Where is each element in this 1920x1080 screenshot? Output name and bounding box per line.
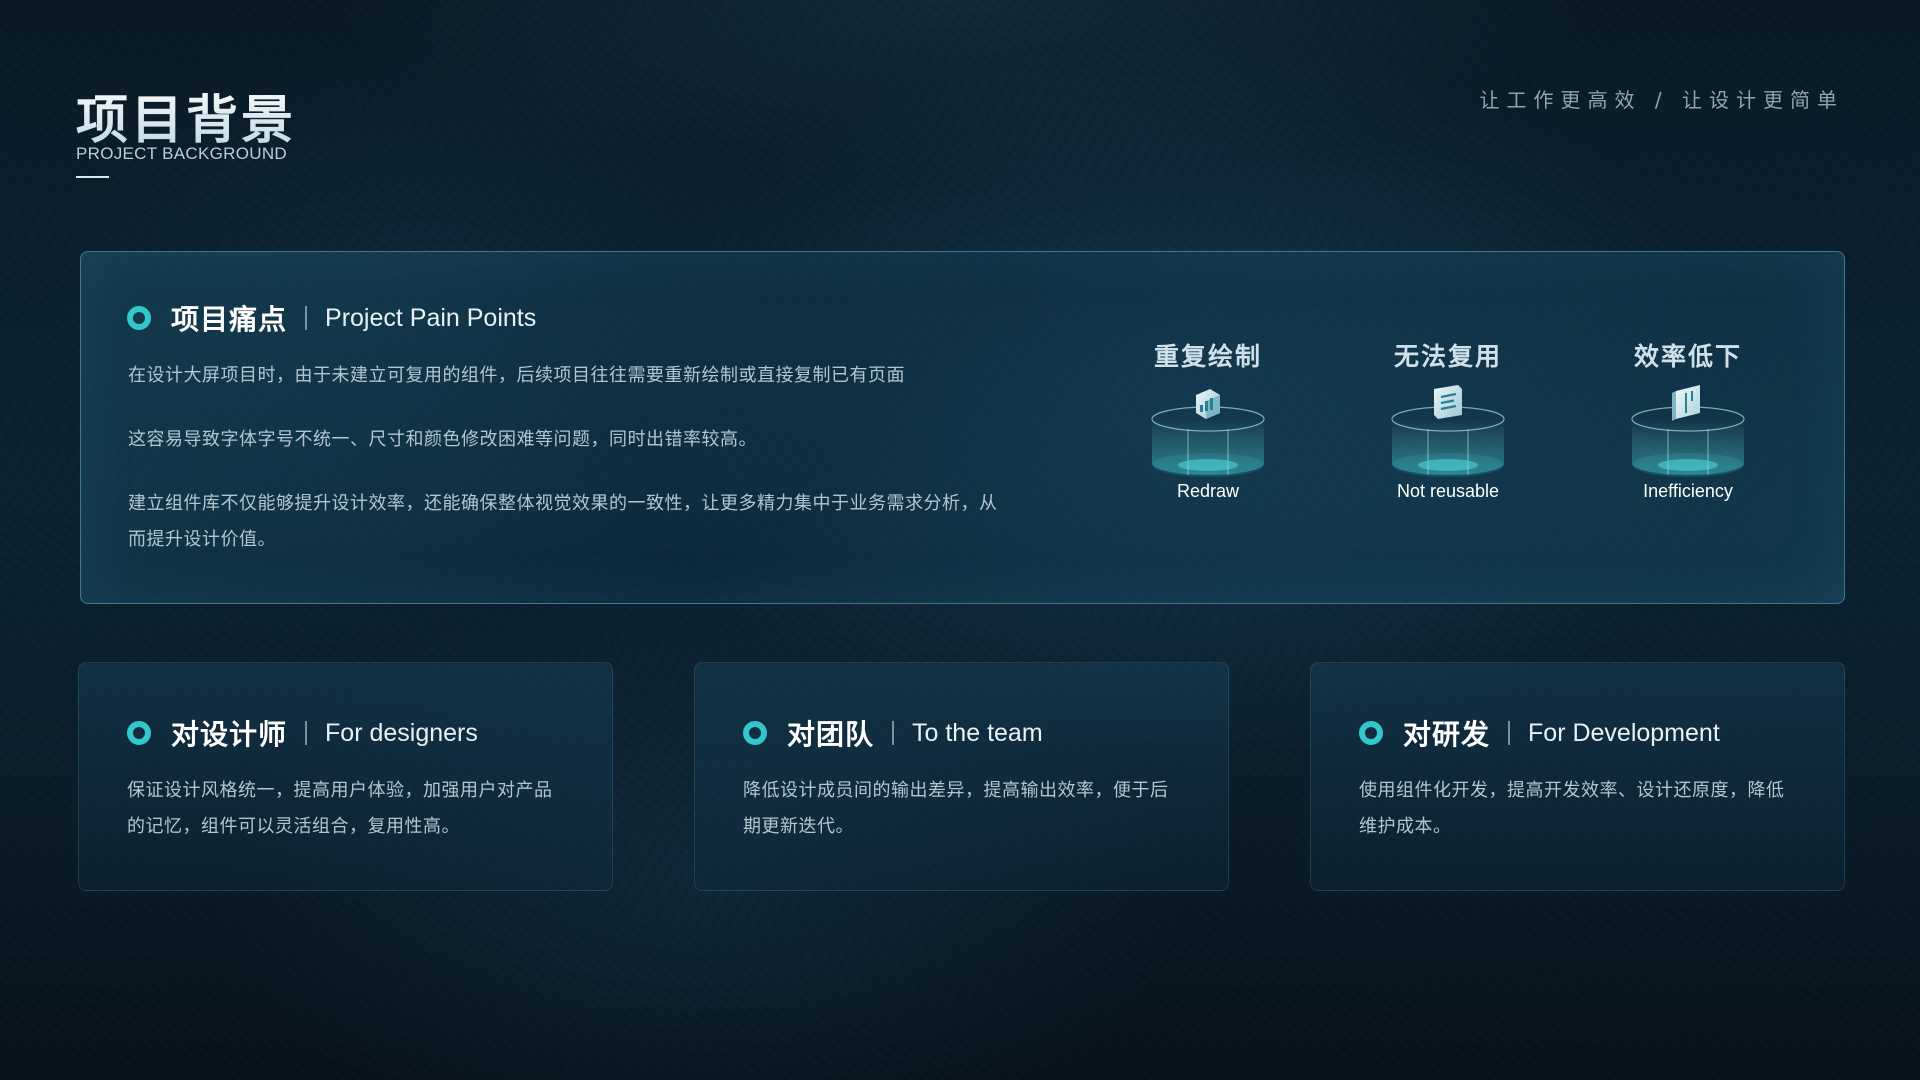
team-heading: 对团队 To the team: [743, 713, 1043, 753]
team-title-en: To the team: [912, 718, 1043, 747]
heading-divider: [892, 721, 895, 745]
designers-heading: 对设计师 For designers: [127, 713, 478, 753]
document-icon: [1391, 385, 1505, 477]
pain-item-label-cn: 效率低下: [1633, 342, 1742, 371]
chart-icon: [1151, 389, 1265, 477]
ring-bullet-icon: [1359, 721, 1383, 745]
development-title-en: For Development: [1528, 718, 1720, 747]
designers-title-cn: 对设计师: [171, 718, 288, 751]
pain-points-card: 项目痛点 Project Pain Points 在设计大屏项目时，由于未建立可…: [80, 251, 1845, 604]
pain-item-label-cn: 重复绘制: [1153, 342, 1262, 371]
pain-item-label-cn: 无法复用: [1393, 342, 1502, 371]
title-underline: [76, 176, 109, 178]
page-subtitle: PROJECT BACKGROUND: [76, 144, 288, 163]
heading-divider: [1508, 721, 1511, 745]
pain-item-inefficiency: 效率低下 Inefficiency: [1608, 337, 1768, 502]
team-text: 降低设计成员间的输出差异，提高输出效率，便于后期更新迭代。: [743, 780, 1169, 837]
team-title-cn: 对团队: [787, 718, 875, 751]
ring-bullet-icon: [127, 721, 151, 745]
development-text: 使用组件化开发，提高开发效率、设计还原度，降低维护成本。: [1359, 780, 1785, 837]
page-title: 项目背景: [76, 78, 296, 153]
pain-item-label-en: Inefficiency: [1643, 481, 1733, 501]
pain-points-heading: 项目痛点 Project Pain Points: [127, 298, 536, 338]
pain-item-redraw: 重复绘制 Redraw: [1128, 337, 1288, 502]
pain-points-paragraph-3: 建立组件库不仅能够提升设计效率，还能确保整体视觉效果的一致性，让更多精力集中于业…: [128, 493, 998, 550]
designers-title-en: For designers: [325, 718, 478, 747]
ring-bullet-icon: [743, 721, 767, 745]
designers-text: 保证设计风格统一，提高用户体验，加强用户对产品的记忆，组件可以灵活组合，复用性高…: [127, 780, 553, 837]
development-title-cn: 对研发: [1403, 718, 1491, 751]
team-card: 对团队 To the team 降低设计成员间的输出差异，提高输出效率，便于后期…: [694, 662, 1229, 891]
development-heading: 对研发 For Development: [1359, 713, 1720, 753]
pain-item-label-en: Redraw: [1176, 481, 1240, 501]
pain-item-not-reusable: 无法复用 Not reusable: [1368, 337, 1528, 502]
heading-divider: [305, 306, 308, 330]
tagline: 让工作更高效 / 让设计更简单: [1479, 88, 1844, 112]
pain-item-label-en: Not reusable: [1396, 481, 1500, 501]
pain-points-paragraph-2: 这容易导致字体字号不统一、尺寸和颜色修改困难等问题，同时出错率较高。: [128, 429, 757, 450]
pain-points-title-cn: 项目痛点: [171, 303, 288, 336]
ring-bullet-icon: [127, 306, 151, 330]
heading-divider: [305, 721, 308, 745]
pain-points-paragraph-1: 在设计大屏项目时，由于未建立可复用的组件，后续项目往往需要重新绘制或直接复制已有…: [128, 365, 905, 386]
development-card: 对研发 For Development 使用组件化开发，提高开发效率、设计还原度…: [1310, 662, 1845, 891]
pain-points-title-en: Project Pain Points: [325, 303, 537, 332]
book-icon: [1631, 385, 1745, 477]
designers-card: 对设计师 For designers 保证设计风格统一，提高用户体验，加强用户对…: [78, 662, 613, 891]
